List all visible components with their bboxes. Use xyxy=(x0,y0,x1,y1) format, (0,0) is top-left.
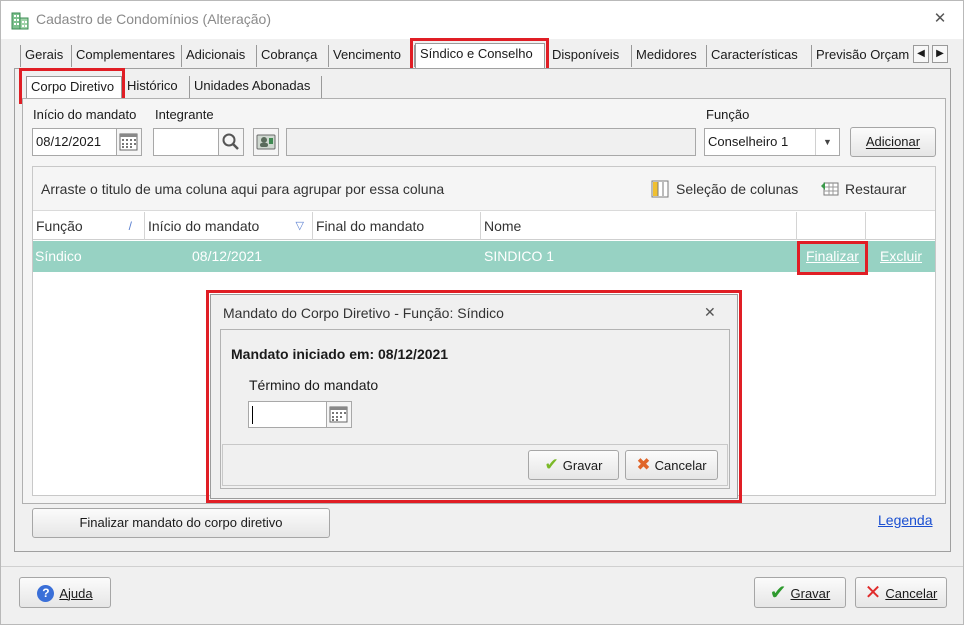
funcao-label: Função xyxy=(706,107,750,122)
funcao-select-value: Conselheiro 1 xyxy=(708,134,789,149)
cancelar-button[interactable]: ✕ Cancelar xyxy=(855,577,947,608)
tab-gerais[interactable]: Gerais xyxy=(20,45,72,67)
column-header-final[interactable]: Final do mandato xyxy=(313,212,481,240)
column-inicio-label: Início do mandato xyxy=(148,218,260,234)
termino-field[interactable] xyxy=(248,401,327,428)
tab-scroll-right-icon[interactable]: ▶ xyxy=(932,45,948,63)
ajuda-label: Ajuda xyxy=(59,586,93,602)
tab-caracteristicas[interactable]: Características xyxy=(707,45,812,67)
row-inicio: 08/12/2021 xyxy=(192,248,263,264)
column-funcao-label: Função xyxy=(36,218,83,234)
building-icon xyxy=(11,10,29,30)
cancelar-label: Cancelar xyxy=(885,586,938,602)
column-chooser-icon[interactable] xyxy=(651,180,669,198)
calendar-icon[interactable] xyxy=(116,128,142,156)
tab-cobranca[interactable]: Cobrança xyxy=(257,45,329,67)
gravar-button[interactable]: ✔ Gravar xyxy=(754,577,846,608)
inicio-mandato-label: Início do mandato xyxy=(33,107,137,122)
filter-icon[interactable]: ▽ xyxy=(296,212,304,240)
legenda-link[interactable]: Legenda xyxy=(878,512,933,528)
excluir-link[interactable]: Excluir xyxy=(880,241,922,272)
dialog-cancelar-button[interactable]: ✖ Cancelar xyxy=(625,450,718,480)
sort-icon: / xyxy=(128,219,132,233)
help-icon: ? xyxy=(37,585,55,603)
tab-disponiveis[interactable]: Disponíveis xyxy=(548,45,632,67)
finalizar-corpo-diretivo-button[interactable]: Finalizar mandato do corpo diretivo xyxy=(32,508,330,538)
close-window-icon[interactable]: ✕ xyxy=(930,9,950,29)
subtab-corpo-diretivo[interactable]: Corpo Diretivo xyxy=(26,76,122,98)
cancel-x-icon: ✖ xyxy=(636,455,651,474)
restore-layout-icon[interactable] xyxy=(820,180,840,198)
dialog-gravar-button[interactable]: ✔ Gravar xyxy=(528,450,619,480)
inicio-mandato-field[interactable]: 08/12/2021 xyxy=(32,128,117,156)
text-cursor xyxy=(252,406,253,424)
search-icon[interactable] xyxy=(218,128,244,156)
subtab-unidades-abonadas[interactable]: Unidades Abonadas xyxy=(190,76,322,98)
mandato-iniciado-text: Mandato iniciado em: 08/12/2021 xyxy=(231,346,449,362)
row-nome: SINDICO 1 xyxy=(484,248,555,264)
integrante-code-field[interactable] xyxy=(153,128,219,156)
ajuda-button[interactable]: ? Ajuda xyxy=(19,577,111,608)
termino-label: Término do mandato xyxy=(249,377,379,393)
footer-separator xyxy=(1,566,963,567)
adicionar-button[interactable]: Adicionar xyxy=(850,127,936,157)
column-header-action-2 xyxy=(866,212,935,240)
termino-calendar-icon[interactable] xyxy=(326,401,352,428)
row-funcao: Síndico xyxy=(35,248,82,264)
tab-medidores[interactable]: Medidores xyxy=(632,45,707,67)
tab-previsao-label: Previsão Orçam xyxy=(816,47,910,62)
tab-complementares[interactable]: Complementares xyxy=(72,45,182,67)
group-hint-text: Arraste o titulo de uma coluna aqui para… xyxy=(41,181,445,197)
subtab-historico[interactable]: Histórico xyxy=(123,76,190,98)
dialog-gravar-label: Gravar xyxy=(562,458,603,473)
gravar-check-icon: ✔ xyxy=(769,582,787,605)
tab-vencimento[interactable]: Vencimento xyxy=(329,45,415,67)
selecao-colunas-button[interactable]: Seleção de colunas xyxy=(676,181,798,197)
tab-previsao-orcamentaria[interactable]: Previsão Orçam xyxy=(812,45,912,67)
column-header-inicio[interactable]: Início do mandato ▽ xyxy=(145,212,313,240)
chevron-down-icon[interactable]: ▼ xyxy=(815,129,839,155)
tab-adicionais[interactable]: Adicionais xyxy=(182,45,257,67)
column-header-action-1 xyxy=(797,212,866,240)
dialog-cancelar-label: Cancelar xyxy=(654,458,707,473)
restaurar-button[interactable]: Restaurar xyxy=(845,181,906,197)
cancelar-x-icon: ✕ xyxy=(864,582,882,605)
gravar-label: Gravar xyxy=(790,586,831,602)
checkmark-icon: ✔ xyxy=(544,455,559,474)
tab-scroll-left-icon[interactable]: ◀ xyxy=(913,45,929,63)
integrante-label: Integrante xyxy=(155,107,214,122)
person-card-icon[interactable] xyxy=(253,128,279,156)
dialog-title: Mandato do Corpo Diretivo - Função: Sínd… xyxy=(223,305,504,321)
column-header-nome[interactable]: Nome xyxy=(481,212,797,240)
dialog-close-icon[interactable]: ✕ xyxy=(704,304,716,321)
column-header-funcao[interactable]: Função / xyxy=(33,212,145,240)
window-title: Cadastro de Condomínios (Alteração) xyxy=(36,11,272,27)
integrante-name-field xyxy=(286,128,696,156)
finalizar-link[interactable]: Finalizar xyxy=(806,241,859,272)
tab-sindico-conselho[interactable]: Síndico e Conselho xyxy=(415,43,545,69)
funcao-select[interactable]: Conselheiro 1 ▼ xyxy=(704,128,840,156)
adicionar-label: Adicionar xyxy=(865,134,921,149)
